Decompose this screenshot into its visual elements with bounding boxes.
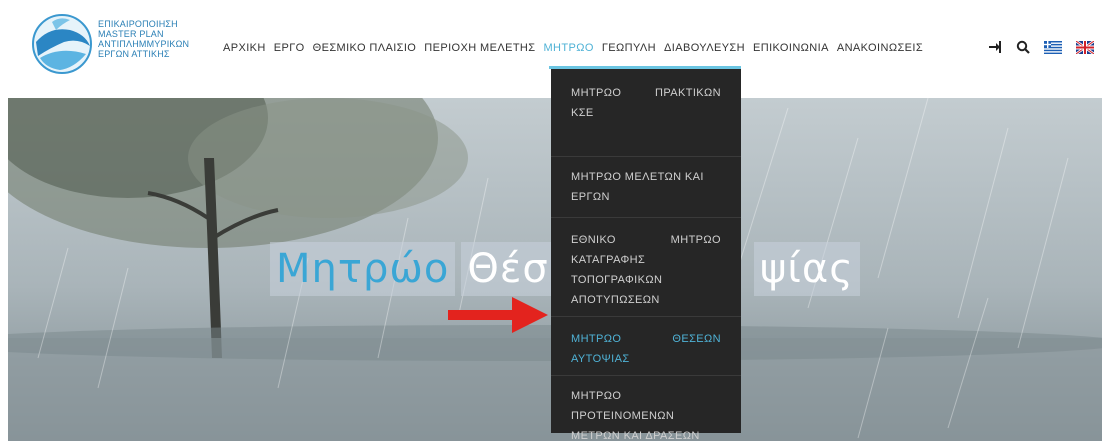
logo-icon[interactable] [30,12,95,74]
dropdown-item-ksex-minutes-registry[interactable]: ΜΗΤΡΩΟ ΠΡΑΚΤΙΚΩΝ ΚΣΕ [551,69,741,157]
nav-item-announcements[interactable]: ΑΝΑΚΟΙΝΩΣΕΙΣ [833,40,927,60]
dropdown-item-label: ΚΣΕ [571,107,594,119]
nav-item-registry[interactable]: ΜΗΤΡΩΟ [539,40,597,60]
hero-title-part: Μητρώο [270,242,456,296]
red-arrow-icon [448,297,548,333]
dropdown-item-label: ΠΡΟΤΕΙΝΟΜΕΝΩΝ [571,410,675,422]
dropdown-item-label: ΠΡΑΚΤΙΚΩΝ [654,87,721,99]
dropdown-item-label: ΜΗΤΡΩΟ [571,333,622,345]
uk-flag-icon[interactable] [1076,40,1094,54]
hero-title-part: Θέσ [461,242,555,296]
dropdown-item-label: ΜΗΤΡΩΟ ΜΕΛΕΤΩΝ ΚΑΙ [571,171,704,183]
nav-item-project[interactable]: ΕΡΓΟ [270,40,309,60]
hero-title: Μητρώο Θέσ [270,242,555,296]
registry-dropdown-menu: ΜΗΤΡΩΟ ΠΡΑΚΤΙΚΩΝ ΚΣΕ ΜΗΤΡΩΟ ΜΕΛΕΤΩΝ ΚΑΙ Ε… [551,69,741,441]
logo-line: MASTER PLAN [98,29,164,39]
search-icon[interactable] [1016,40,1030,54]
nav-item-home[interactable]: ΑΡΧΙΚΗ [219,40,270,60]
dropdown-item-label: ΑΠΟΤΥΠΩΣΕΩΝ [571,294,660,306]
logo-text[interactable]: ΕΠΙΚΑΙΡΟΠΟΙΗΣΗ MASTER PLAN ΑΝΤΙΠΛΗΜΜΥΡΙΚ… [98,19,189,59]
main-nav: ΑΡΧΙΚΗ ΕΡΓΟ ΘΕΣΜΙΚΟ ΠΛΑΙΣΙΟ ΠΕΡΙΟΧΗ ΜΕΛΕ… [219,40,927,60]
logo-line: ΑΝΤΙΠΛΗΜΜΥΡΙΚΩΝ [98,39,190,49]
nav-item-geoportal[interactable]: ΓΕΩΠΥΛΗ [598,40,660,60]
dropdown-item-label: ΕΘΝΙΚΟ [571,234,616,246]
login-icon[interactable] [988,40,1002,54]
hero-title-part: ψίας [754,242,860,296]
dropdown-item-label: ΜΕΤΡΩΝ ΚΑΙ ΔΡΑΣΕΩΝ [571,430,700,441]
dropdown-item-label: ΜΗΤΡΩΟ [571,390,622,402]
logo-line: ΕΡΓΩΝ ΑΤΤΙΚΗΣ [98,49,170,59]
dropdown-item-label: ΕΡΓΩΝ [571,191,610,203]
dropdown-item-label: ΘΕΣΕΩΝ [672,333,721,345]
nav-item-contact[interactable]: ΕΠΙΚΟΙΝΩΝΙΑ [749,40,833,60]
dropdown-item-label: ΜΗΤΡΩΟ [670,234,721,246]
dropdown-item-label: ΚΑΤΑΓΡΑΦΗΣ [571,254,646,266]
dropdown-item-label: ΑΥΤΟΨΙΑΣ [571,353,630,365]
dropdown-item-label: ΜΗΤΡΩΟ [571,87,622,99]
greek-flag-icon[interactable] [1044,40,1062,54]
nav-item-study-area[interactable]: ΠΕΡΙΟΧΗ ΜΕΛΕΤΗΣ [420,40,539,60]
dropdown-item-studies-works-registry[interactable]: ΜΗΤΡΩΟ ΜΕΛΕΤΩΝ ΚΑΙ ΕΡΓΩΝ [551,157,741,218]
dropdown-item-proposed-measures-registry[interactable]: ΜΗΤΡΩΟ ΠΡΟΤΕΙΝΟΜΕΝΩΝ ΜΕΤΡΩΝ ΚΑΙ ΔΡΑΣΕΩΝ [551,376,741,441]
logo-line: ΕΠΙΚΑΙΡΟΠΟΙΗΣΗ [98,19,178,29]
dropdown-item-national-topographic-registry[interactable]: ΕΘΝΙΚΟ ΜΗΤΡΩΟ ΚΑΤΑΓΡΑΦΗΣ ΤΟΠΟΓΡΑΦΙΚΩΝ ΑΠΟ… [551,218,741,317]
nav-item-consultation[interactable]: ΔΙΑΒΟΥΛΕΥΣΗ [660,40,749,60]
header-icons [988,40,1094,54]
dropdown-item-inspection-sites-registry[interactable]: ΜΗΤΡΩΟ ΘΕΣΕΩΝ ΑΥΤΟΨΙΑΣ [551,317,741,376]
dropdown-item-label: ΤΟΠΟΓΡΑΦΙΚΩΝ [571,274,663,286]
nav-item-legal-framework[interactable]: ΘΕΣΜΙΚΟ ΠΛΑΙΣΙΟ [309,40,421,60]
